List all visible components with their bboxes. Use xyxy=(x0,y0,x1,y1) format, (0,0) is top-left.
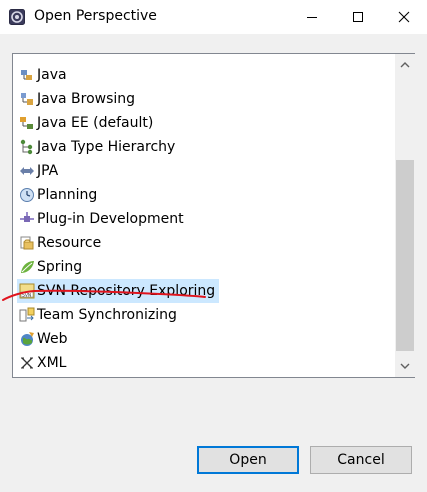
minimize-button[interactable] xyxy=(289,0,335,34)
xml-icon xyxy=(19,355,35,371)
chevron-down-icon xyxy=(400,363,410,369)
list-item-label: Java xyxy=(37,67,67,83)
minimize-icon xyxy=(307,17,317,18)
perspective-list-box[interactable]: Java Java Browsing Java EE (default) Jav… xyxy=(12,53,415,378)
list-item-label: Resource xyxy=(37,235,102,251)
list-item-java-browsing[interactable]: Java Browsing xyxy=(17,87,395,111)
list-item-label: SVN Repository Exploring xyxy=(37,283,216,299)
scroll-thumb[interactable] xyxy=(396,160,414,351)
maximize-button[interactable] xyxy=(335,0,381,34)
vertical-scrollbar[interactable] xyxy=(395,54,415,377)
list-item-label: XML xyxy=(37,355,67,371)
java-browsing-icon xyxy=(19,91,35,107)
list-item-xml[interactable]: XML xyxy=(17,351,395,375)
list-item-planning[interactable]: Planning xyxy=(17,183,395,207)
list-item-label: Spring xyxy=(37,259,83,275)
web-icon xyxy=(19,331,35,347)
scroll-down-button[interactable] xyxy=(395,355,415,377)
planning-icon xyxy=(19,187,35,203)
list-item-svn-repository-exploring[interactable]: SVN SVN Repository Exploring xyxy=(17,279,395,303)
spring-icon xyxy=(19,259,35,275)
title-bar[interactable]: Open Perspective xyxy=(0,0,427,34)
jpa-icon xyxy=(19,163,35,179)
list-item-java-ee[interactable]: Java EE (default) xyxy=(17,111,395,135)
java-ee-icon xyxy=(19,115,35,131)
window-title: Open Perspective xyxy=(34,8,157,24)
perspective-list[interactable]: Java Java Browsing Java EE (default) Jav… xyxy=(17,54,395,377)
list-item-team-synchronizing[interactable]: Team Synchronizing xyxy=(17,303,395,327)
scroll-up-button[interactable] xyxy=(395,54,415,76)
list-item-label: JPA xyxy=(37,163,59,179)
cancel-button[interactable]: Cancel xyxy=(310,446,412,474)
list-item-label: Web xyxy=(37,331,68,347)
open-button[interactable]: Open xyxy=(197,446,299,474)
list-item-label: Java Browsing xyxy=(37,91,136,107)
maximize-icon xyxy=(353,12,363,22)
resource-icon xyxy=(19,235,35,251)
team-sync-icon xyxy=(19,307,35,323)
plugin-icon xyxy=(19,211,35,227)
list-item-label: Planning xyxy=(37,187,98,203)
list-item-label: Team Synchronizing xyxy=(37,307,177,323)
list-item-java-type-hierarchy[interactable]: Java Type Hierarchy xyxy=(17,135,395,159)
dialog-body: Java Java Browsing Java EE (default) Jav… xyxy=(0,34,427,492)
list-item-resource[interactable]: Resource xyxy=(17,231,395,255)
list-item-label: Java Type Hierarchy xyxy=(37,139,176,155)
java-perspective-icon xyxy=(19,67,35,83)
list-item-spring[interactable]: Spring xyxy=(17,255,395,279)
chevron-up-icon xyxy=(400,62,410,68)
list-item-jpa[interactable]: JPA xyxy=(17,159,395,183)
list-item-label: Plug-in Development xyxy=(37,211,184,227)
list-item-plug-in-development[interactable]: Plug-in Development xyxy=(17,207,395,231)
eclipse-app-icon xyxy=(9,9,25,25)
svn-icon: SVN xyxy=(19,283,35,299)
list-item-web[interactable]: Web xyxy=(17,327,395,351)
close-button[interactable] xyxy=(381,0,427,34)
type-hierarchy-icon xyxy=(19,139,35,155)
list-item-java[interactable]: Java xyxy=(17,63,395,87)
close-icon xyxy=(398,11,410,23)
list-item-label: Java EE (default) xyxy=(37,115,154,131)
svg-text:SVN: SVN xyxy=(22,292,31,298)
